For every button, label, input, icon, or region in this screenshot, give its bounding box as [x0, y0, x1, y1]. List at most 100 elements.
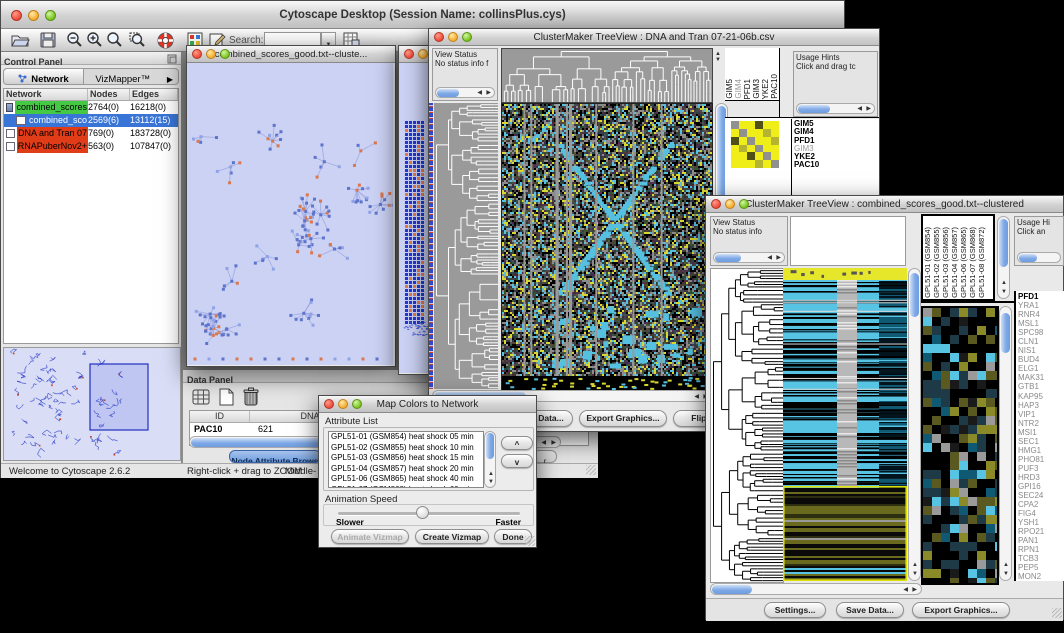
matrix-cell[interactable] — [731, 152, 739, 160]
column-label[interactable]: GPL51-02 (GSM855) — [933, 227, 941, 298]
matrix-cell[interactable] — [747, 137, 755, 145]
row-label[interactable]: CPA2 — [1018, 500, 1062, 509]
treeview-button[interactable]: Save Data... — [836, 602, 904, 618]
minimize-button[interactable] — [418, 49, 428, 59]
row-label[interactable]: GTB1 — [1018, 382, 1062, 391]
grow-handle[interactable] — [525, 536, 535, 546]
matrix-cell[interactable] — [771, 160, 779, 168]
row-dendrogram[interactable] — [710, 268, 784, 583]
network-table-column-header[interactable]: Network — [4, 89, 88, 100]
zoom-button[interactable] — [45, 10, 56, 21]
row-label[interactable]: HRD3 — [1018, 473, 1062, 482]
tab-node-attribute-browser[interactable]: Node Attribute Brows — [229, 450, 321, 463]
column-label[interactable]: GIM4 — [735, 79, 743, 99]
column-label[interactable]: GPL51-04 (GSM857) — [951, 227, 959, 298]
matrix-cell[interactable] — [755, 145, 763, 153]
row-label[interactable]: MSL1 — [1018, 319, 1062, 328]
heatmap-vscrollbar[interactable]: ▲ ▼ — [908, 268, 921, 581]
matrix-cell[interactable] — [731, 160, 739, 168]
matrix-cell[interactable] — [763, 137, 771, 145]
minimize-button[interactable] — [206, 49, 216, 59]
matrix-cell[interactable] — [739, 137, 747, 145]
help-lifering-icon[interactable] — [156, 31, 175, 50]
matrix-cell[interactable] — [739, 160, 747, 168]
network-table-row[interactable]: combined_sco2569(6)13112(15) — [4, 114, 178, 127]
float-panel-icon[interactable] — [167, 54, 177, 64]
tab-network[interactable]: Network — [4, 69, 84, 84]
row-label[interactable]: NTR2 — [1018, 419, 1062, 428]
close-button[interactable] — [434, 32, 444, 42]
open-folder-icon[interactable] — [10, 31, 30, 49]
treeview1-title-bar[interactable]: ClusterMaker TreeView : DNA and Tran 07-… — [429, 29, 879, 46]
column-label[interactable]: GPL51-01 (GSM854) — [924, 227, 932, 298]
matrix-cell[interactable] — [731, 145, 739, 153]
row-label[interactable]: HMG1 — [1018, 446, 1062, 455]
row-label[interactable]: CLN1 — [1018, 337, 1062, 346]
row-label[interactable]: SEC24 — [1018, 491, 1062, 500]
main-grow-handle[interactable] — [586, 465, 596, 475]
column-label[interactable]: PAC10 — [771, 74, 779, 99]
zoom-out-icon[interactable] — [65, 31, 83, 49]
matrix-cell[interactable] — [739, 152, 747, 160]
treeview-button[interactable]: Export Graphics... — [579, 410, 667, 427]
column-label[interactable]: PFD1 — [744, 79, 752, 99]
treeview2-hscrollbar[interactable]: ◀ ▶ — [710, 583, 922, 595]
matrix-cell[interactable] — [747, 121, 755, 129]
attribute-list-item[interactable]: GPL51-04 (GSM857) heat shock 20 min — [329, 464, 483, 475]
column-label[interactable]: YKE2 — [762, 79, 770, 99]
matrix-cell[interactable] — [755, 160, 763, 168]
speed-slider-track[interactable] — [338, 512, 520, 515]
column-label[interactable]: GPL51-06 (GSM865) — [960, 227, 968, 298]
matrix-cell[interactable] — [731, 121, 739, 129]
label-scroll-arrows[interactable]: ▲ ▼ — [715, 51, 723, 63]
zoom-fit-icon[interactable] — [105, 31, 123, 49]
matrix-cell[interactable] — [755, 121, 763, 129]
matrix-cell[interactable] — [747, 160, 755, 168]
zoom-button[interactable] — [220, 49, 230, 59]
row-label[interactable]: KAP95 — [1018, 392, 1062, 401]
matrix-cell[interactable] — [763, 145, 771, 153]
matrix-cell[interactable] — [739, 145, 747, 153]
row-dendrogram[interactable] — [434, 103, 498, 389]
row-label[interactable]: RPN1 — [1018, 545, 1062, 554]
speed-slider-thumb[interactable] — [416, 506, 429, 519]
row-label[interactable]: PHO81 — [1018, 455, 1062, 464]
zoom-button[interactable] — [739, 199, 749, 209]
matrix-cell[interactable] — [763, 160, 771, 168]
tab-vizmapper[interactable]: VizMapper™ — [84, 69, 163, 84]
network-table-column-header[interactable]: Nodes — [88, 89, 130, 100]
move-down-button[interactable]: v — [501, 454, 533, 468]
heatmap-global-view[interactable] — [783, 268, 907, 581]
attribute-list-item[interactable]: GPL51-03 (GSM856) heat shock 15 min — [329, 453, 483, 464]
zoom-button[interactable] — [462, 32, 472, 42]
network-table-row[interactable]: RNAPuberNov2+563(0)107847(0) — [4, 140, 178, 153]
network-canvas[interactable] — [187, 63, 393, 365]
column-label[interactable]: GPL51-08 (GSM872) — [978, 227, 986, 298]
usage-hints-scrollbar[interactable]: ◀ ▶ — [796, 103, 875, 114]
row-label[interactable]: NIS1 — [1018, 346, 1062, 355]
column-label[interactable]: GIM5 — [726, 79, 734, 99]
row-label[interactable]: TCB3 — [1018, 554, 1062, 563]
row-label[interactable]: PAN1 — [1018, 536, 1062, 545]
close-button[interactable] — [192, 49, 202, 59]
zoom-selected-icon[interactable] — [128, 31, 146, 49]
matrix-cell[interactable] — [747, 145, 755, 153]
grow-handle[interactable] — [1052, 608, 1062, 618]
row-label[interactable]: HAP3 — [1018, 401, 1062, 410]
matrix-cell[interactable] — [739, 129, 747, 137]
heatmap-global-view[interactable] — [501, 103, 713, 391]
minimize-button[interactable] — [338, 399, 348, 409]
matrix-cell[interactable] — [747, 152, 755, 160]
correlation-matrix[interactable] — [731, 121, 779, 168]
row-label[interactable]: SEC1 — [1018, 437, 1062, 446]
main-title-bar[interactable]: Cytoscape Desktop (Session Name: collins… — [1, 1, 844, 29]
tab-overflow-arrow[interactable]: ▶ — [162, 69, 178, 84]
attribute-list-scrollbar[interactable]: ▲ ▼ — [484, 431, 496, 488]
column-dendrogram[interactable] — [501, 48, 713, 103]
row-label[interactable]: PEP5 — [1018, 563, 1062, 572]
row-label[interactable]: RNR4 — [1018, 310, 1062, 319]
network-table-column-header[interactable]: Edges — [130, 89, 178, 100]
view-status-scrollbar[interactable]: ◀ ▶ — [713, 252, 785, 263]
delete-attribute-icon[interactable] — [241, 386, 261, 408]
column-labels[interactable]: GIM5GIM4PFD1GIM3YKE2PAC10 — [725, 48, 779, 101]
